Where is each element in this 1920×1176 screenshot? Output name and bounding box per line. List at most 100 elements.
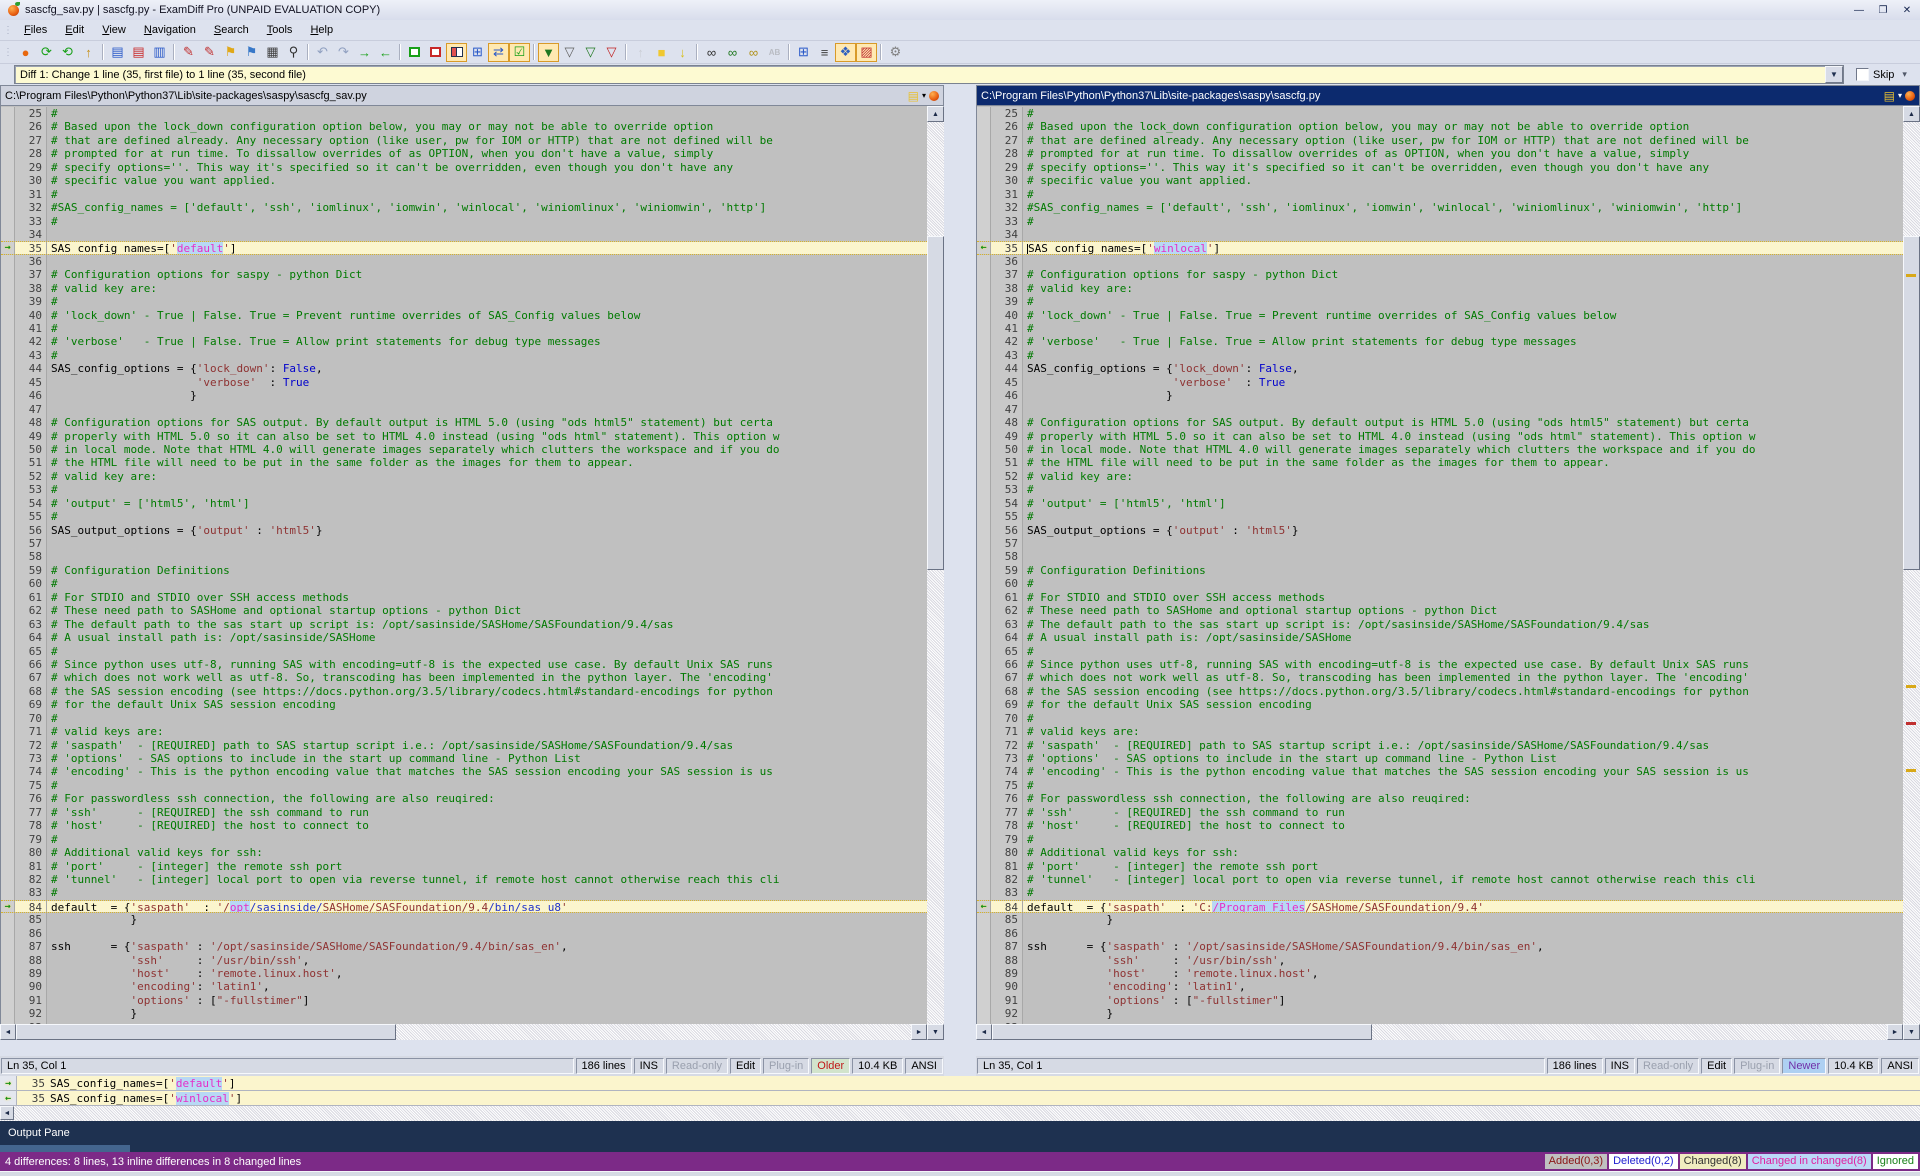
- scroll-up-icon[interactable]: ▲: [927, 106, 944, 122]
- find-prev-icon[interactable]: ∞: [743, 43, 764, 62]
- save-report-icon[interactable]: ⚑: [220, 43, 241, 62]
- chevron-down-icon[interactable]: ▾: [922, 91, 926, 100]
- show-options-icon[interactable]: ☑: [509, 43, 530, 62]
- line-text: #: [1023, 712, 1903, 725]
- diff-marker: [977, 685, 991, 698]
- recompare-swap-icon[interactable]: ⟲: [57, 43, 78, 62]
- diff-combo[interactable]: Diff 1: Change 1 line (35, first file) t…: [14, 65, 1844, 84]
- chevron-down-icon[interactable]: ▼: [1825, 66, 1843, 83]
- save-both-icon[interactable]: ▥: [149, 43, 170, 62]
- save-second-icon[interactable]: ▤: [128, 43, 149, 62]
- chevron-down-icon[interactable]: ▾: [1902, 69, 1907, 80]
- save-first-icon[interactable]: ▤: [107, 43, 128, 62]
- scroll-thumb[interactable]: [927, 236, 944, 570]
- menu-item-search[interactable]: Search: [205, 22, 258, 38]
- scroll-down-icon[interactable]: ▼: [927, 1024, 944, 1040]
- menu-item-tools[interactable]: Tools: [258, 22, 302, 38]
- line-number: 45: [15, 376, 47, 389]
- copy-right-icon[interactable]: →: [5, 1078, 11, 1089]
- output-splitter[interactable]: ◄: [0, 1106, 1920, 1121]
- auto-recompare-icon[interactable]: ⇄: [488, 43, 509, 62]
- filter-changed-icon[interactable]: ▽: [580, 43, 601, 62]
- skip-checkbox[interactable]: Skip: [1856, 68, 1894, 81]
- chevron-down-icon[interactable]: ▾: [1898, 91, 1902, 100]
- plugins-icon[interactable]: ❖: [835, 43, 856, 62]
- line-number: 88: [15, 954, 47, 967]
- save-unix-report-icon[interactable]: ⚑: [241, 43, 262, 62]
- output-pane[interactable]: Output Pane: [0, 1121, 1920, 1152]
- close-button[interactable]: ✕: [1896, 2, 1918, 18]
- show-first-only-icon[interactable]: [404, 43, 425, 62]
- line-text: }: [47, 1007, 927, 1020]
- vertical-scrollbar[interactable]: ▲▼: [1903, 106, 1920, 1040]
- line-text: #SAS_config_names = ['default', 'ssh', '…: [1023, 201, 1903, 214]
- scroll-up-icon[interactable]: ▲: [1903, 106, 1920, 122]
- file-path-header[interactable]: C:\Program Files\Python\Python37\Lib\sit…: [976, 85, 1920, 106]
- scroll-thumb[interactable]: [1903, 236, 1920, 570]
- grid-view-icon[interactable]: ⊞: [467, 43, 488, 62]
- copy-left-icon[interactable]: ←: [980, 900, 986, 913]
- vertical-scrollbar[interactable]: ▲▼: [927, 106, 944, 1040]
- minimize-button[interactable]: —: [1848, 2, 1870, 18]
- copy-right-icon[interactable]: →: [4, 241, 10, 254]
- find-icon[interactable]: ∞: [701, 43, 722, 62]
- copy-left-icon[interactable]: ←: [980, 241, 986, 254]
- diff-summary-row[interactable]: ←35SAS_config_names=['winlocal']: [0, 1091, 1920, 1106]
- next-diff-icon[interactable]: ↓: [672, 43, 693, 62]
- find-next-icon[interactable]: ∞: [722, 43, 743, 62]
- code-segment: # specify options=''. This way it's spec…: [51, 161, 733, 174]
- menu-item-help[interactable]: Help: [301, 22, 342, 38]
- edit-first-icon[interactable]: ✎: [178, 43, 199, 62]
- menu-item-view[interactable]: View: [93, 22, 135, 38]
- settings-icon[interactable]: ⚙: [885, 43, 906, 62]
- copy-left-icon[interactable]: ←: [5, 1093, 11, 1104]
- diff-summary-row[interactable]: →35SAS_config_names=['default']: [0, 1076, 1920, 1091]
- scroll-right-icon[interactable]: ►: [1887, 1024, 1903, 1040]
- menu-item-files[interactable]: Files: [15, 22, 56, 38]
- copy-left-icon[interactable]: ←: [375, 43, 396, 62]
- show-second-only-icon[interactable]: [425, 43, 446, 62]
- recompare-icon[interactable]: ⟳: [36, 43, 57, 62]
- menu-item-edit[interactable]: Edit: [56, 22, 93, 38]
- match-case-icon[interactable]: AB: [764, 43, 785, 62]
- split-view-icon[interactable]: [446, 43, 467, 62]
- arrow-left-icon[interactable]: ◄: [0, 1106, 14, 1120]
- undo-icon[interactable]: ↶: [312, 43, 333, 62]
- scroll-thumb[interactable]: [16, 1024, 396, 1040]
- code-area[interactable]: 25#26# Based upon the lock_down configur…: [976, 106, 1903, 1040]
- copy-right-icon[interactable]: →: [4, 900, 10, 913]
- save-menu-icon[interactable]: ▤: [908, 89, 919, 103]
- edit-second-icon[interactable]: ✎: [199, 43, 220, 62]
- file-path-header[interactable]: C:\Program Files\Python\Python37\Lib\sit…: [0, 85, 944, 106]
- maximize-button[interactable]: ❐: [1872, 2, 1894, 18]
- scroll-thumb[interactable]: [992, 1024, 1372, 1040]
- app-icon[interactable]: ●: [15, 43, 36, 62]
- open-files-icon[interactable]: ↑: [78, 43, 99, 62]
- line-number: 84: [991, 901, 1023, 912]
- save-menu-icon[interactable]: ▤: [1884, 89, 1895, 103]
- scroll-left-icon[interactable]: ◄: [976, 1024, 992, 1040]
- menu-item-navigation[interactable]: Navigation: [135, 22, 205, 38]
- line-details-icon[interactable]: ≡: [814, 43, 835, 62]
- current-diff-icon[interactable]: ■: [651, 43, 672, 62]
- filter-ignored-icon[interactable]: ▽: [601, 43, 622, 62]
- filter-none-icon[interactable]: ▽: [559, 43, 580, 62]
- code-segment: #: [51, 779, 58, 792]
- edit-options-icon[interactable]: ▨: [856, 43, 877, 62]
- scroll-down-icon[interactable]: ▼: [1903, 1024, 1920, 1040]
- copy-right-icon[interactable]: →: [354, 43, 375, 62]
- layout-icon[interactable]: ⊞: [793, 43, 814, 62]
- print-preview-icon[interactable]: ⚲: [283, 43, 304, 62]
- filter-all-icon[interactable]: ▼: [538, 43, 559, 62]
- code-area[interactable]: 25#26# Based upon the lock_down configur…: [0, 106, 927, 1040]
- code-line: 58: [1, 550, 927, 563]
- prev-diff-icon[interactable]: ↑: [630, 43, 651, 62]
- code-segment: # 'ssh' - [REQUIRED] the ssh command to …: [1027, 806, 1345, 819]
- scroll-right-icon[interactable]: ►: [911, 1024, 927, 1040]
- redo-icon[interactable]: ↷: [333, 43, 354, 62]
- print-icon[interactable]: ▦: [262, 43, 283, 62]
- horizontal-scrollbar[interactable]: ◄►: [976, 1024, 1903, 1040]
- scroll-left-icon[interactable]: ◄: [0, 1024, 16, 1040]
- horizontal-scrollbar[interactable]: ◄►: [0, 1024, 927, 1040]
- checkbox-icon[interactable]: [1856, 68, 1869, 81]
